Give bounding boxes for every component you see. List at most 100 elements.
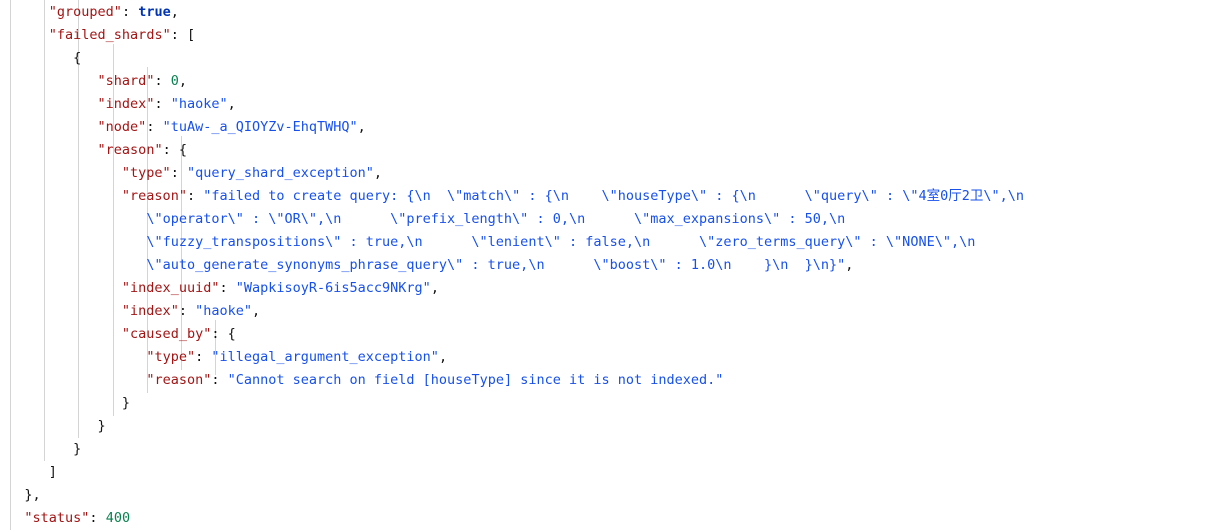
value-type: "query_shard_exception" (186, 165, 374, 181)
code-line-reason-open[interactable]: "reason": { (0, 139, 1206, 162)
code-line-status[interactable]: "status": 400 (0, 507, 1206, 530)
value-status: 400 (105, 510, 131, 526)
brace-close-comma: }, (24, 487, 41, 503)
code-line-close-reason[interactable]: } (0, 415, 1206, 438)
value-caused-reason: "Cannot search on field [houseType] sinc… (227, 372, 724, 388)
key-caused-type: "type" (146, 349, 196, 365)
key-caused-by: "caused_by" (121, 326, 212, 342)
brace-open: { (227, 326, 236, 342)
colon: : (162, 142, 179, 158)
code-line-shard[interactable]: "shard": 0, (0, 70, 1206, 93)
colon: : (195, 349, 212, 365)
code-line-reason-string-1[interactable]: "reason": "failed to create query: {\n \… (0, 185, 1206, 208)
code-line-close-array[interactable]: ] (0, 461, 1206, 484)
code-line-caused-by[interactable]: "caused_by": { (0, 323, 1206, 346)
colon: : (178, 303, 196, 319)
value-caused-type: "illegal_argument_exception" (211, 349, 439, 365)
key-grouped: "grouped" (48, 4, 122, 20)
code-line-close-object[interactable]: } (0, 438, 1206, 461)
key-index-uuid: "index_uuid" (121, 280, 220, 296)
colon: : (154, 96, 171, 112)
code-line-caused-type[interactable]: "type": "illegal_argument_exception", (0, 346, 1206, 369)
value-reason-line-2: \"operator\" : \"OR\",\n \"prefix_length… (146, 211, 846, 227)
key-status: "status" (24, 510, 90, 526)
comma: , (357, 119, 366, 135)
value-index-2: "haoke" (195, 303, 252, 319)
colon: : (146, 119, 163, 135)
comma: , (252, 303, 261, 319)
value-node: "tuAw-_a_QIOYZv-EhqTWHQ" (162, 119, 358, 135)
code-line-reason-string-3[interactable]: \"fuzzy_transpositions\" : true,\n \"len… (0, 231, 1206, 254)
key-shard: "shard" (97, 73, 155, 89)
code-line-failed-shards[interactable]: "failed_shards": [ (0, 24, 1206, 47)
key-index-2: "index" (121, 303, 179, 319)
value-shard: 0 (170, 73, 179, 89)
brace-open: { (178, 142, 187, 158)
value-index-uuid: "WapkisoyR-6is5acc9NKrg" (235, 280, 431, 296)
value-reason-line-3: \"fuzzy_transpositions\" : true,\n \"len… (146, 234, 976, 250)
colon: : (170, 165, 187, 181)
value-reason-line-4: \"auto_generate_synonyms_phrase_query\" … (146, 257, 846, 273)
code-line-type[interactable]: "type": "query_shard_exception", (0, 162, 1206, 185)
key-reason-string: "reason" (121, 188, 187, 204)
bracket-open: [ (186, 27, 196, 43)
value-index: "haoke" (170, 96, 228, 112)
code-line-object-open[interactable]: { (0, 47, 1206, 70)
brace-close: } (73, 441, 82, 457)
comma: , (178, 73, 187, 89)
colon: : (219, 280, 236, 296)
brace-close: } (121, 395, 131, 411)
bracket-close: ] (48, 464, 57, 480)
code-line-node[interactable]: "node": "tuAw-_a_QIOYZv-EhqTWHQ", (0, 116, 1206, 139)
code-line-reason-string-2[interactable]: \"operator\" : \"OR\",\n \"prefix_length… (0, 208, 1206, 231)
code-text-layer: "grouped": true, "failed_shards": [ { "s… (0, 0, 1206, 530)
code-line-index-uuid[interactable]: "index_uuid": "WapkisoyR-6is5acc9NKrg", (0, 277, 1206, 300)
colon: : (170, 27, 187, 43)
key-node: "node" (97, 119, 147, 135)
colon: : (154, 73, 171, 89)
comma: , (438, 349, 448, 365)
comma: , (170, 4, 179, 20)
key-failed-shards: "failed_shards" (48, 27, 171, 43)
colon: : (121, 4, 139, 20)
code-line-reason-string-4[interactable]: \"auto_generate_synonyms_phrase_query\" … (0, 254, 1206, 277)
brace-close: } (97, 418, 106, 434)
code-line-grouped[interactable]: "grouped": true, (0, 1, 1206, 24)
code-line-index-2[interactable]: "index": "haoke", (0, 300, 1206, 323)
key-caused-reason: "reason" (146, 372, 212, 388)
code-line-close-error[interactable]: }, (0, 484, 1206, 507)
code-line-close-caused-by[interactable]: } (0, 392, 1206, 415)
comma: , (227, 96, 236, 112)
code-line-index[interactable]: "index": "haoke", (0, 93, 1206, 116)
json-code-viewer[interactable]: "grouped": true, "failed_shards": [ { "s… (0, 0, 1206, 530)
brace-open: { (73, 50, 82, 66)
key-reason: "reason" (97, 142, 163, 158)
colon: : (211, 372, 228, 388)
code-line-caused-reason[interactable]: "reason": "Cannot search on field [house… (0, 369, 1206, 392)
value-grouped: true (138, 4, 171, 20)
comma: , (845, 257, 854, 273)
colon: : (186, 188, 204, 204)
key-type: "type" (121, 165, 171, 181)
